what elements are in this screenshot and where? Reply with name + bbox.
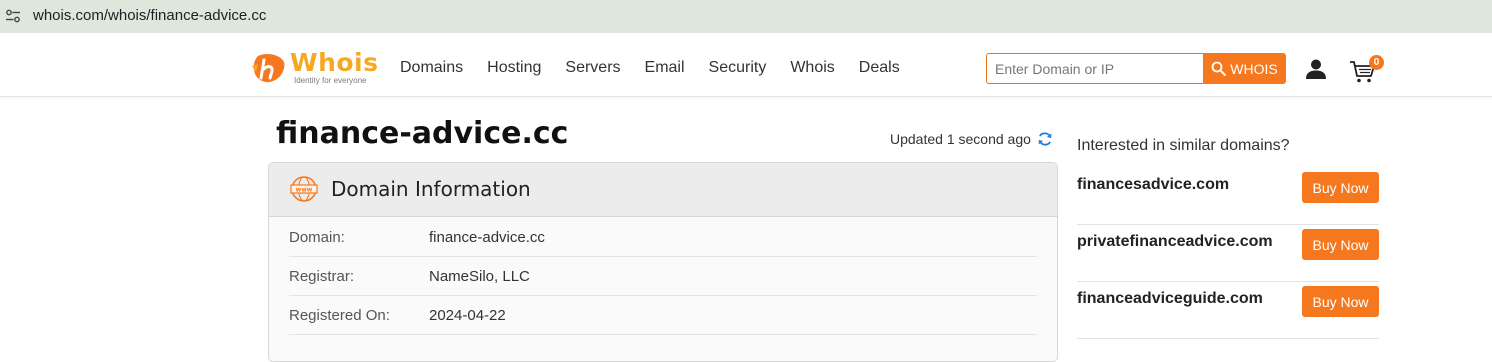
search-button-label: WHOIS	[1230, 60, 1278, 77]
buy-now-button[interactable]: Buy Now	[1302, 172, 1379, 203]
buy-now-button[interactable]: Buy Now	[1302, 286, 1379, 317]
www-globe-icon: www	[290, 176, 318, 202]
nav-item-deals[interactable]: Deals	[859, 59, 900, 79]
similar-domains-sidebar: Interested in similar domains? financesa…	[1077, 134, 1379, 339]
suggested-domain-name[interactable]: financesadvice.com	[1077, 176, 1229, 194]
updated-status: Updated 1 second ago	[890, 131, 1053, 147]
table-row: Registrar: NameSilo, LLC	[289, 257, 1037, 296]
nav-item-email[interactable]: Email	[645, 59, 685, 79]
search-form: WHOIS	[986, 53, 1286, 84]
site-header: Whois Identity for everyone Domains Host…	[0, 39, 1492, 97]
nav-item-domains[interactable]: Domains	[400, 59, 463, 79]
panel-title: Domain Information	[331, 177, 531, 201]
row-value: NameSilo, LLC	[429, 268, 530, 285]
browser-address-bar: whois.com/whois/finance-advice.cc	[0, 0, 1492, 33]
cart-button[interactable]: 0	[1349, 55, 1385, 84]
nav-item-hosting[interactable]: Hosting	[487, 59, 541, 79]
row-value: 2024-04-22	[429, 307, 506, 324]
logo-tagline: Identity for everyone	[294, 76, 367, 85]
buy-now-button[interactable]: Buy Now	[1302, 229, 1379, 260]
main-nav: Domains Hosting Servers Email Security W…	[400, 59, 924, 79]
list-item: financesadvice.com Buy Now	[1077, 168, 1379, 225]
refresh-icon[interactable]	[1037, 131, 1053, 147]
list-item: privatefinanceadvice.com Buy Now	[1077, 225, 1379, 282]
page-title: finance-advice.cc	[276, 116, 569, 151]
nav-item-security[interactable]: Security	[709, 59, 767, 79]
suggested-domain-name[interactable]: financeadviceguide.com	[1077, 290, 1263, 308]
logo-wordmark: Whois	[290, 48, 379, 77]
row-label: Registered On:	[289, 307, 390, 324]
sidebar-heading: Interested in similar domains?	[1077, 137, 1290, 154]
suggested-domain-name[interactable]: privatefinanceadvice.com	[1077, 233, 1273, 251]
panel-header: www Domain Information	[269, 163, 1057, 217]
url-text[interactable]: whois.com/whois/finance-advice.cc	[33, 7, 266, 24]
table-row: Domain: finance-advice.cc	[289, 218, 1037, 257]
search-input[interactable]	[986, 53, 1204, 84]
row-label: Registrar:	[289, 268, 355, 285]
domain-information-panel: www Domain Information Domain: finance-a…	[268, 162, 1058, 362]
cart-count-badge: 0	[1369, 55, 1384, 70]
search-icon	[1211, 61, 1227, 76]
whois-logo[interactable]: Whois Identity for everyone	[252, 48, 379, 88]
whois-search-button[interactable]: WHOIS	[1203, 53, 1286, 84]
logo-mark-icon	[252, 54, 285, 83]
updated-text: Updated 1 second ago	[890, 131, 1031, 147]
svg-text:www: www	[296, 186, 313, 193]
table-row: Registered On: 2024-04-22	[289, 296, 1037, 335]
domain-info-table: Domain: finance-advice.cc Registrar: Nam…	[289, 218, 1037, 335]
row-value: finance-advice.cc	[429, 229, 545, 246]
nav-item-servers[interactable]: Servers	[565, 59, 620, 79]
site-settings-icon[interactable]	[5, 9, 21, 23]
row-label: Domain:	[289, 229, 345, 246]
nav-item-whois[interactable]: Whois	[790, 59, 834, 79]
list-item: financeadviceguide.com Buy Now	[1077, 282, 1379, 339]
user-account-icon[interactable]	[1305, 58, 1327, 80]
